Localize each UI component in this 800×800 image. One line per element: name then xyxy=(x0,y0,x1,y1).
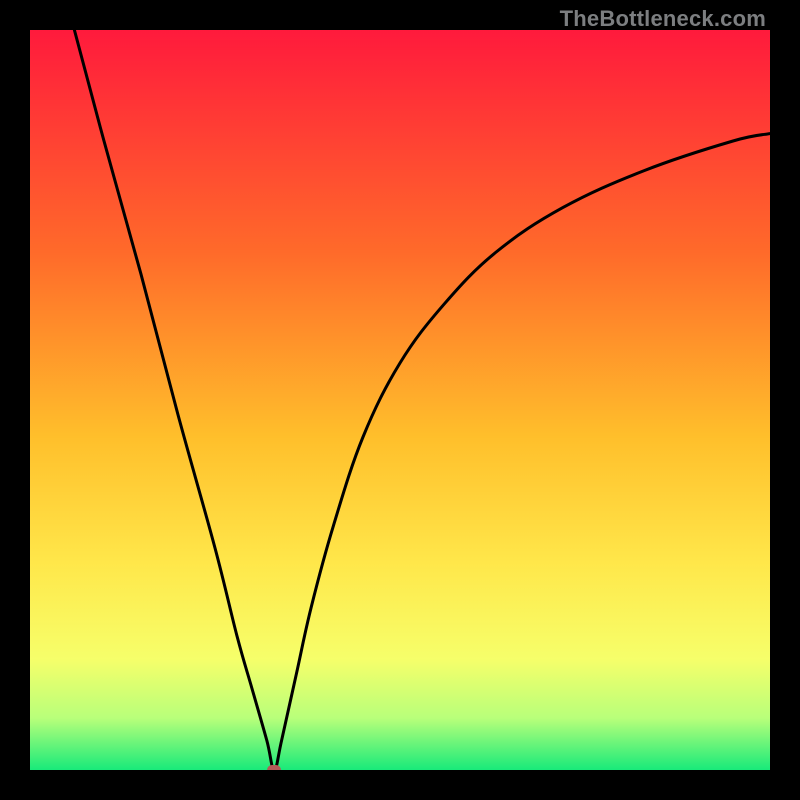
chart-frame: TheBottleneck.com xyxy=(0,0,800,800)
plot-area xyxy=(30,30,770,770)
bottleneck-curve xyxy=(30,30,770,770)
minimum-marker xyxy=(267,765,281,770)
watermark-text: TheBottleneck.com xyxy=(560,6,766,32)
